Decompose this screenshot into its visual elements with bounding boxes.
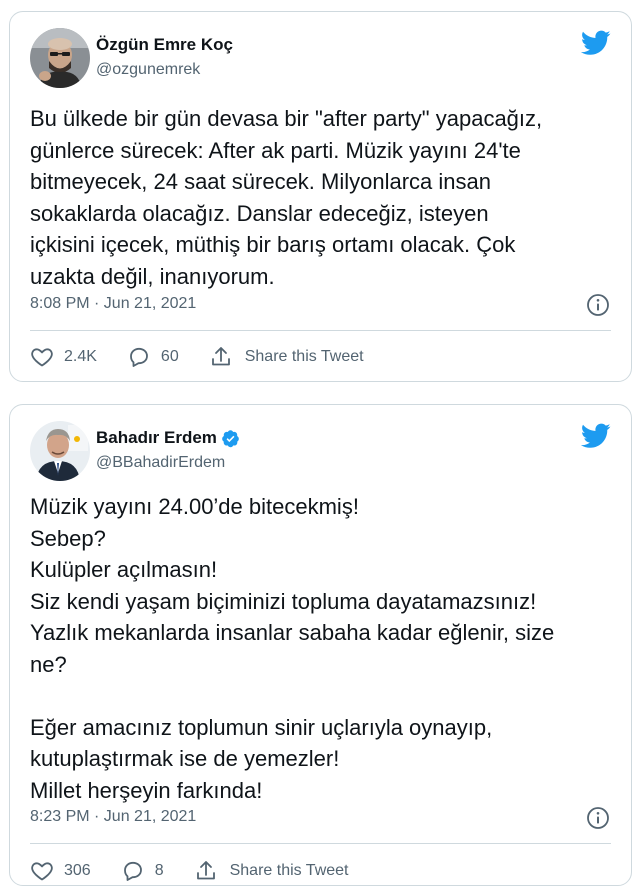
author-name[interactable]: Bahadır Erdem xyxy=(96,428,217,448)
avatar-photo xyxy=(30,28,90,88)
heart-icon xyxy=(31,348,53,367)
like-count: 2.4K xyxy=(64,348,97,365)
tweet-card[interactable]: Özgün Emre Koç @ozgunemrek Bu ülkede bir… xyxy=(9,11,632,382)
avatar[interactable] xyxy=(30,28,90,88)
share-button[interactable]: Share this Tweet xyxy=(194,859,349,883)
tweet-timestamp[interactable]: 8:08 PM · Jun 21, 2021 xyxy=(30,295,196,313)
divider xyxy=(30,330,611,331)
twitter-bird-icon[interactable] xyxy=(581,423,611,449)
tweet-actions: 2.4K 60 Share this Tweet xyxy=(30,345,394,369)
tweet-actions: 306 8 Share this Tweet xyxy=(30,859,379,883)
divider xyxy=(30,843,611,844)
tweet-text: Bu ülkede bir gün devasa bir "after part… xyxy=(30,106,543,289)
like-button[interactable]: 306 xyxy=(30,859,91,883)
tweet-timestamp[interactable]: 8:23 PM · Jun 21, 2021 xyxy=(30,808,196,826)
share-label: Share this Tweet xyxy=(244,348,364,365)
reply-button[interactable]: 8 xyxy=(121,859,164,883)
share-upload-icon xyxy=(211,347,230,366)
reply-button[interactable]: 60 xyxy=(127,345,179,369)
tweet-card[interactable]: Bahadır Erdem @BBahadirErdem Müzik yayın… xyxy=(9,404,632,886)
share-label: Share this Tweet xyxy=(229,862,349,879)
author-name-row[interactable]: Özgün Emre Koç xyxy=(96,35,233,55)
author-name-row[interactable]: Bahadır Erdem xyxy=(96,428,240,448)
author-handle[interactable]: @ozgunemrek xyxy=(96,61,200,79)
verified-badge-icon xyxy=(222,429,239,447)
author-handle[interactable]: @BBahadirErdem xyxy=(96,454,225,472)
avatar[interactable] xyxy=(30,421,90,481)
like-button[interactable]: 2.4K xyxy=(30,345,97,369)
twitter-bird-icon[interactable] xyxy=(581,30,611,56)
avatar-photo xyxy=(30,421,90,481)
reply-count: 8 xyxy=(154,862,164,879)
share-upload-icon xyxy=(196,861,215,880)
info-icon[interactable] xyxy=(586,293,610,317)
author-name[interactable]: Özgün Emre Koç xyxy=(96,35,233,55)
heart-icon xyxy=(31,862,53,881)
reply-bubble-icon xyxy=(123,861,142,881)
tweet-text: Müzik yayını 24.00’de bitecekmiş! Sebep?… xyxy=(30,494,555,803)
like-count: 306 xyxy=(64,862,91,879)
info-icon[interactable] xyxy=(586,806,610,830)
reply-bubble-icon xyxy=(130,347,148,367)
share-button[interactable]: Share this Tweet xyxy=(209,345,364,369)
reply-count: 60 xyxy=(160,348,179,365)
